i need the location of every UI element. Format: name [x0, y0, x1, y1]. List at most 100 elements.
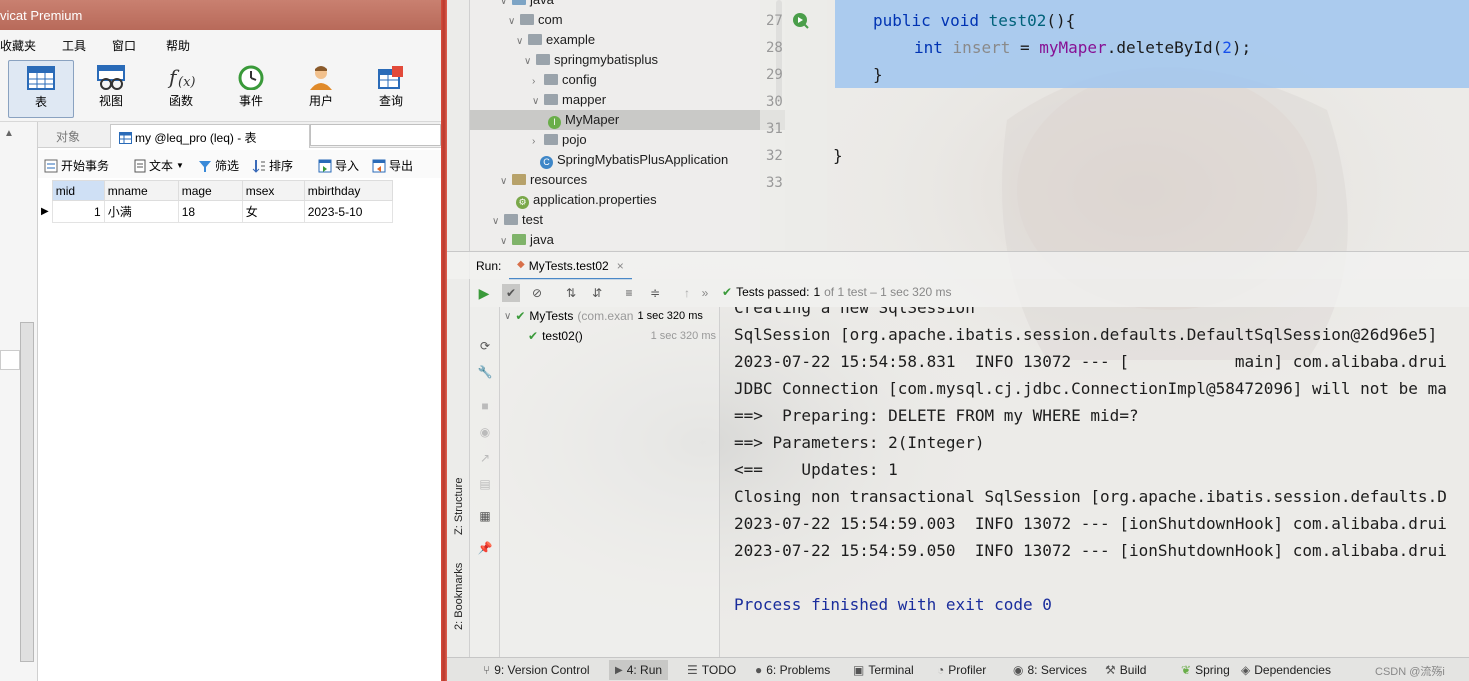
event-icon [238, 65, 264, 90]
cell-msex[interactable]: 女 [241, 200, 305, 223]
show-passed-icon[interactable]: ✔ [502, 284, 520, 302]
test-time: 1 sec 320 ms [650, 330, 716, 342]
code-editor[interactable]: public void test02(){ int insert = myMap… [827, 0, 1469, 250]
import-button[interactable]: 导入 [318, 157, 359, 174]
tree-item[interactable]: C SpringMybatisPlusApplication [540, 150, 728, 170]
menu-window[interactable]: 窗口 [112, 37, 136, 54]
function-label: 函数 [168, 94, 193, 108]
history-icon[interactable]: ▤ [476, 475, 494, 493]
sort-button[interactable]: 排序 [252, 157, 293, 174]
tree-item[interactable]: ∨java [500, 0, 554, 10]
tab-table[interactable]: my @leq_pro (leq) - 表 [110, 124, 310, 148]
filter-button[interactable]: 筛选 [198, 157, 239, 174]
tree-item[interactable]: ∨ test [492, 210, 543, 230]
problems-tab[interactable]: ● 6: Problems [755, 663, 830, 677]
package-icon [520, 14, 534, 25]
close-tab-icon[interactable]: × [617, 259, 624, 273]
tree-item[interactable]: ∨ springmybatisplus [524, 50, 658, 70]
camera-icon[interactable]: ◉ [476, 423, 494, 441]
view-button[interactable]: 视图 [78, 60, 144, 118]
query-button[interactable]: 查询 [358, 60, 424, 118]
settings-wrench-icon[interactable]: 🔧 [476, 363, 494, 381]
test-suite-row[interactable]: ∨ ✔ MyTests (com.exan 1 sec 320 ms [504, 309, 720, 323]
menu-favorites[interactable]: 收藏夹 [0, 37, 36, 54]
structure-tool-tab[interactable]: Z: Structure [453, 478, 465, 535]
tree-item[interactable]: ∨ com [508, 10, 563, 30]
tab-search-field[interactable] [310, 124, 441, 146]
more-icon[interactable]: » [696, 284, 714, 302]
sort-alpha-icon[interactable]: ⇅ [562, 284, 580, 302]
test-status: ✔ Tests passed: 1 of 1 test – 1 sec 320 … [722, 285, 952, 299]
cell-mage[interactable]: 18 [177, 200, 243, 223]
todo-tab[interactable]: ☰ TODO [687, 663, 736, 677]
menu-tools[interactable]: 工具 [62, 37, 86, 54]
stop-icon[interactable]: ■ [476, 397, 494, 415]
window-title: vicat Premium [0, 8, 83, 23]
build-tab[interactable]: ⚒ Build [1105, 663, 1146, 677]
text-button[interactable]: 文本 ▼ [134, 157, 184, 174]
col-mbirthday[interactable]: mbirthday [303, 180, 393, 201]
run-config-tab[interactable]: ◆ MyTests.test02 × [509, 254, 632, 280]
chevron-down-icon: ∨ [504, 310, 512, 322]
tree-item[interactable]: ∨ example [516, 30, 595, 50]
services-tab[interactable]: ◉ 8: Services [1013, 663, 1087, 677]
status-prefix: Tests passed: [736, 285, 810, 299]
function-button[interactable]: f (x) 函数 [148, 60, 214, 118]
suite-name: MyTests [529, 309, 574, 323]
tree-item[interactable]: ⚙ application.properties [516, 190, 657, 210]
tree-item[interactable]: ∨java [500, 230, 554, 250]
begin-transaction-button[interactable]: 开始事务 [44, 157, 109, 174]
collapse-all-icon[interactable]: ≑ [646, 284, 664, 302]
panel-handle[interactable] [0, 350, 20, 370]
console-line: 2023-07-22 15:54:59.050 INFO 13072 --- [… [734, 541, 1447, 560]
cell-mid[interactable]: 1 [51, 200, 105, 223]
version-control-tab[interactable]: ⑂ 9: Version Control [483, 663, 590, 677]
pin-icon[interactable]: 📌 [476, 539, 494, 557]
bookmarks-tool-tab[interactable]: 2: Bookmarks [453, 563, 465, 630]
user-button[interactable]: 用户 [288, 60, 354, 118]
console-output[interactable]: Creating a new SqlSession SqlSession [or… [720, 307, 1469, 657]
navicat-scrollbar[interactable] [20, 322, 34, 662]
test-run-icon: ◆ [517, 259, 525, 270]
export-button[interactable]: 导出 [372, 157, 413, 174]
col-mage[interactable]: mage [177, 180, 243, 201]
menu-help[interactable]: 帮助 [166, 37, 190, 54]
chevron-down-icon: ∨ [492, 216, 500, 227]
dependencies-tab[interactable]: ◈ Dependencies [1241, 663, 1331, 677]
layout-icon[interactable]: ▦ [476, 507, 494, 525]
event-button[interactable]: 事件 [218, 60, 284, 118]
terminal-tab[interactable]: ▣ Terminal [853, 663, 914, 677]
rerun-icon[interactable]: ▶ [475, 284, 493, 302]
expand-all-icon[interactable]: ≡ [620, 284, 638, 302]
tree-item[interactable]: ∨ resources [500, 170, 587, 190]
table-button[interactable]: 表 [8, 60, 74, 118]
cell-mname[interactable]: 小满 [103, 200, 179, 223]
tab-objects[interactable]: 对象 [48, 124, 88, 148]
tree-item[interactable]: ∨ mapper [532, 90, 606, 110]
console-line: Creating a new SqlSession [734, 307, 975, 317]
run-test-gutter-icon[interactable] [792, 12, 810, 30]
col-mname[interactable]: mname [103, 180, 179, 201]
collapse-arrow-icon[interactable]: ▲ [4, 128, 14, 139]
test-results-tree: ∨ ✔ MyTests (com.exan 1 sec 320 ms ✔ tes… [500, 307, 720, 657]
cell-mbirthday[interactable]: 2023-5-10 [303, 200, 393, 223]
show-ignored-icon[interactable]: ⊘ [528, 284, 546, 302]
spring-tab[interactable]: ❦ Spring [1181, 663, 1230, 677]
export-results-icon[interactable]: ↗ [476, 449, 494, 467]
col-mid[interactable]: mid [51, 180, 105, 201]
previous-icon[interactable]: ↑ [678, 284, 696, 302]
sort-duration-icon[interactable]: ⇵ [588, 284, 606, 302]
tree-item[interactable]: › config [532, 70, 597, 90]
table-row[interactable]: ▶ 1 小满 18 女 2023-5-10 [38, 200, 393, 223]
tree-item[interactable]: › pojo [532, 130, 587, 150]
run-tab[interactable]: ▶ 4: Run [609, 660, 669, 680]
profiler-tab[interactable]: ◔ Profiler [937, 663, 986, 677]
col-msex[interactable]: msex [241, 180, 305, 201]
rerun-failed-icon[interactable]: ⟳ [476, 337, 494, 355]
run-tool-header: Run: ◆ MyTests.test02 × [447, 251, 1469, 280]
records-table: mid mname mage msex mbirthday ▶ 1 小满 18 … [38, 180, 393, 223]
problems-icon: ● [755, 663, 763, 677]
tree-item-selected[interactable]: I MyMaper [548, 110, 619, 130]
test-case-row[interactable]: ✔ test02() 1 sec 320 ms [528, 329, 720, 343]
console-line: 2023-07-22 15:54:58.831 INFO 13072 --- [… [734, 352, 1447, 371]
